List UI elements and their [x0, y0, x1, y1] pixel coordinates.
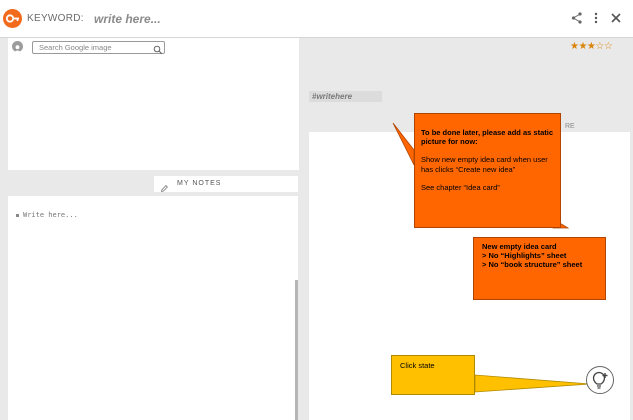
annotation-note-2: New empty idea card > No “Highlights” sh… [473, 237, 606, 300]
create-idea-button[interactable] [586, 366, 614, 394]
note3-pointer [474, 374, 591, 393]
annotation-note-1: To be done later, please add as static p… [414, 113, 561, 228]
annotation-note-3: Click state [391, 355, 475, 395]
lightbulb-plus-icon [592, 371, 608, 389]
note3-text: Click state [400, 361, 435, 370]
note1-pointer [392, 122, 415, 166]
note1-line1: Show new empty idea card when user has c… [421, 155, 548, 174]
note1-line2: See chapter “Idea card” [421, 182, 500, 192]
note1-title: To be done later, please add as static p… [421, 128, 553, 147]
note2-line1: New empty idea card [482, 242, 557, 251]
note2-line3: > No “book structure” sheet [482, 260, 583, 270]
note2-line2: > No “Highlights” sheet [482, 251, 567, 261]
